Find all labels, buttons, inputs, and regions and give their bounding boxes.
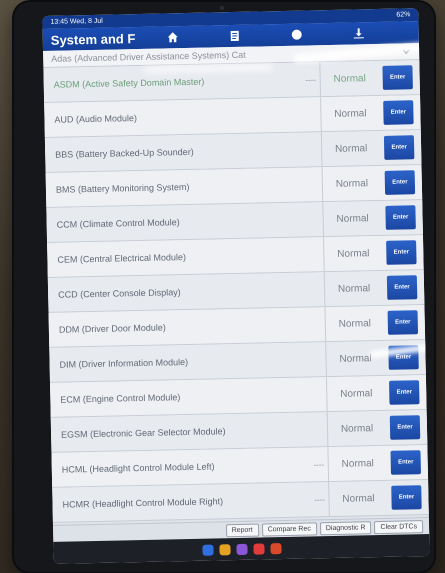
module-name: CEM (Central Electrical Module): [57, 252, 187, 265]
dock-app-icon[interactable]: [218, 543, 231, 555]
module-name: CCD (Center Console Display): [58, 287, 181, 300]
compare-record-button[interactable]: Compare Rec: [261, 521, 317, 537]
export-icon[interactable]: [351, 26, 365, 40]
module-status: Normal: [325, 340, 385, 377]
enter-button[interactable]: Enter: [386, 275, 418, 300]
enter-button[interactable]: Enter: [389, 380, 420, 405]
module-name: DIM (Driver Information Module): [59, 357, 189, 370]
enter-button[interactable]: Enter: [382, 65, 413, 90]
enter-button[interactable]: Enter: [383, 100, 414, 125]
tablet-frame: 13:45 Wed, 8 Jul 62% System and F Adas (…: [14, 2, 434, 572]
module-name: AUD (Audio Module): [54, 113, 138, 125]
module-status: Normal: [326, 410, 387, 447]
enter-button[interactable]: Enter: [390, 450, 421, 475]
enter-button[interactable]: Enter: [386, 240, 417, 265]
module-dash: ----: [314, 494, 325, 504]
module-name: HCML (Headlight Control Module Left): [61, 461, 215, 475]
module-name: DDM (Driver Door Module): [58, 322, 166, 335]
enter-button[interactable]: Enter: [383, 135, 415, 160]
dock-app-icon[interactable]: [235, 543, 248, 555]
enter-button[interactable]: Enter: [391, 485, 422, 510]
enter-button[interactable]: Enter: [387, 310, 419, 335]
document-icon[interactable]: [227, 29, 241, 43]
help-icon[interactable]: [289, 28, 303, 42]
title-nav: [165, 26, 365, 44]
dock-app-icon[interactable]: [252, 542, 265, 555]
report-button[interactable]: Report: [225, 523, 259, 537]
module-status: Normal: [322, 200, 382, 237]
home-icon[interactable]: [165, 30, 179, 44]
dock-app-icon[interactable]: [269, 542, 282, 554]
module-status: Normal: [321, 165, 382, 202]
module-status: Normal: [328, 480, 388, 517]
enter-button[interactable]: Enter: [389, 415, 421, 440]
camera-dot: [220, 6, 224, 10]
module-status: Normal: [327, 445, 388, 482]
module-name: BBS (Battery Backed-Up Sounder): [55, 146, 194, 160]
module-status: Normal: [320, 95, 380, 132]
tablet-screen: 13:45 Wed, 8 Jul 62% System and F Adas (…: [42, 8, 430, 564]
diagnostic-report-button[interactable]: Diagnostic R: [319, 520, 372, 535]
module-status: Normal: [325, 375, 386, 412]
module-name: ECM (Engine Control Module): [60, 392, 181, 405]
module-name: CCM (Climate Control Module): [56, 217, 180, 230]
module-status: Normal: [319, 60, 380, 97]
module-status: Normal: [324, 305, 385, 342]
module-name: BMS (Battery Monitoring System): [55, 181, 190, 195]
battery-level: 62%: [396, 11, 411, 19]
module-row: HCMR (Headlight Control Module Right) ---…: [52, 480, 429, 523]
module-name: ASDM (Active Safety Domain Master): [53, 76, 205, 90]
module-status: Normal: [323, 270, 384, 307]
enter-button[interactable]: Enter: [384, 170, 416, 195]
module-list: ASDM (Active Safety Domain Master) ---- No…: [43, 60, 429, 523]
dock-app-icon[interactable]: [201, 544, 214, 556]
module-status: Normal: [320, 130, 381, 167]
module-name: HCMR (Headlight Control Module Right): [62, 496, 224, 510]
enter-button[interactable]: Enter: [388, 345, 419, 370]
chevron-down-icon: [401, 46, 411, 56]
module-dash: ----: [305, 74, 317, 85]
photo-scene: 13:45 Wed, 8 Jul 62% System and F Adas (…: [0, 0, 445, 573]
enter-button[interactable]: Enter: [385, 205, 416, 230]
module-status: Normal: [322, 235, 383, 272]
status-time: 13:45 Wed, 8 Jul: [50, 17, 103, 26]
module-dash: ----: [313, 459, 325, 469]
clear-dtcs-button[interactable]: Clear DTCs: [374, 519, 424, 534]
module-name: EGSM (Electronic Gear Selector Module): [60, 426, 226, 440]
page-title: System and F: [50, 30, 136, 48]
